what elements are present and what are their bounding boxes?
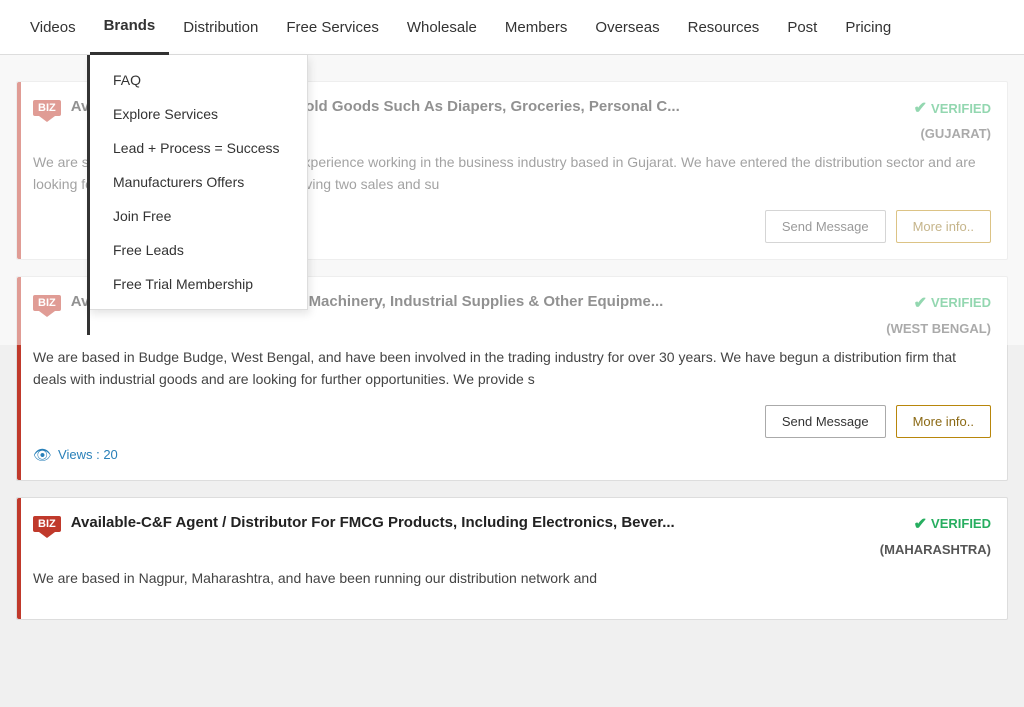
views-count-2: Views : 20: [58, 447, 118, 462]
nav-item-members[interactable]: Members: [491, 0, 582, 55]
card-title-3: Available-C&F Agent / Distributor For FM…: [71, 514, 904, 531]
nav-label-resources: Resources: [688, 19, 760, 36]
dropdown-item-faq[interactable]: FAQ: [89, 63, 307, 97]
nav-item-wholesale[interactable]: Wholesale: [393, 0, 491, 55]
card-header-3: BIZ Available-C&F Agent / Distributor Fo…: [33, 514, 991, 534]
nav-label-post: Post: [787, 19, 817, 36]
navbar: Videos Brands Distribution Free Services…: [0, 0, 1024, 55]
more-info-btn-2[interactable]: More info..: [896, 405, 991, 438]
nav-item-videos[interactable]: Videos: [16, 0, 90, 55]
verified-badge-1: ✔ VERIFIED: [914, 98, 991, 118]
card-left-bar-3: [17, 498, 21, 619]
nav-label-overseas: Overseas: [595, 19, 659, 36]
dropdown-menu: FAQ Explore Services Lead + Process = Su…: [88, 55, 308, 310]
listing-card-3: BIZ Available-C&F Agent / Distributor Fo…: [16, 497, 1008, 620]
verified-icon-2: ✔: [914, 293, 927, 313]
nav-item-pricing[interactable]: Pricing: [831, 0, 905, 55]
nav-label-members: Members: [505, 19, 568, 36]
verified-badge-3: ✔ VERIFIED: [914, 514, 991, 534]
dropdown-item-manufacturers-offers[interactable]: Manufacturers Offers: [89, 165, 307, 199]
nav-item-free-services[interactable]: Free Services: [272, 0, 393, 55]
nav-label-pricing: Pricing: [845, 19, 891, 36]
dropdown-item-free-leads[interactable]: Free Leads: [89, 233, 307, 267]
dropdown-item-explore-services[interactable]: Explore Services: [89, 97, 307, 131]
nav-item-brands[interactable]: Brands: [90, 0, 170, 55]
more-info-btn-1[interactable]: More info..: [896, 210, 991, 243]
send-message-btn-2[interactable]: Send Message: [765, 405, 886, 438]
nav-left-bar: [87, 55, 90, 335]
card-left-bar-2: [17, 277, 21, 480]
dropdown-item-free-trial[interactable]: Free Trial Membership: [89, 267, 307, 301]
views-row-2: 👁 Views : 20: [33, 446, 991, 464]
nav-label-brands: Brands: [104, 17, 156, 34]
location-2: (WEST BENGAL): [33, 321, 991, 336]
verified-text-2: VERIFIED: [931, 295, 991, 310]
verified-badge-2: ✔ VERIFIED: [914, 293, 991, 313]
nav-item-post[interactable]: Post: [773, 0, 831, 55]
nav-label-videos: Videos: [30, 19, 76, 36]
nav-label-free-services: Free Services: [286, 19, 379, 36]
nav-item-overseas[interactable]: Overseas: [581, 0, 673, 55]
dropdown-item-lead-process[interactable]: Lead + Process = Success: [89, 131, 307, 165]
eye-icon-2: 👁: [33, 446, 52, 464]
nav-label-distribution: Distribution: [183, 19, 258, 36]
biz-badge-wrap-1: BIZ: [33, 100, 61, 116]
card-left-bar: [17, 82, 21, 259]
verified-text-1: VERIFIED: [931, 101, 991, 116]
send-message-btn-1[interactable]: Send Message: [765, 210, 886, 243]
card-desc-2: We are based in Budge Budge, West Bengal…: [33, 346, 991, 391]
biz-badge-1: BIZ: [33, 100, 61, 116]
card-desc-3: We are based in Nagpur, Maharashtra, and…: [33, 567, 991, 589]
card-actions-2: Send Message More info..: [33, 405, 991, 438]
biz-badge-3: BIZ: [33, 516, 61, 532]
biz-badge-wrap-3: BIZ: [33, 516, 61, 532]
biz-badge-wrap-2: BIZ: [33, 295, 61, 311]
verified-icon-1: ✔: [914, 98, 927, 118]
dropdown-item-join-free[interactable]: Join Free: [89, 199, 307, 233]
nav-label-wholesale: Wholesale: [407, 19, 477, 36]
verified-text-3: VERIFIED: [931, 516, 991, 531]
biz-badge-2: BIZ: [33, 295, 61, 311]
nav-item-distribution[interactable]: Distribution: [169, 0, 272, 55]
location-3: (MAHARASHTRA): [33, 542, 991, 557]
verified-icon-3: ✔: [914, 514, 927, 534]
nav-item-resources[interactable]: Resources: [674, 0, 774, 55]
